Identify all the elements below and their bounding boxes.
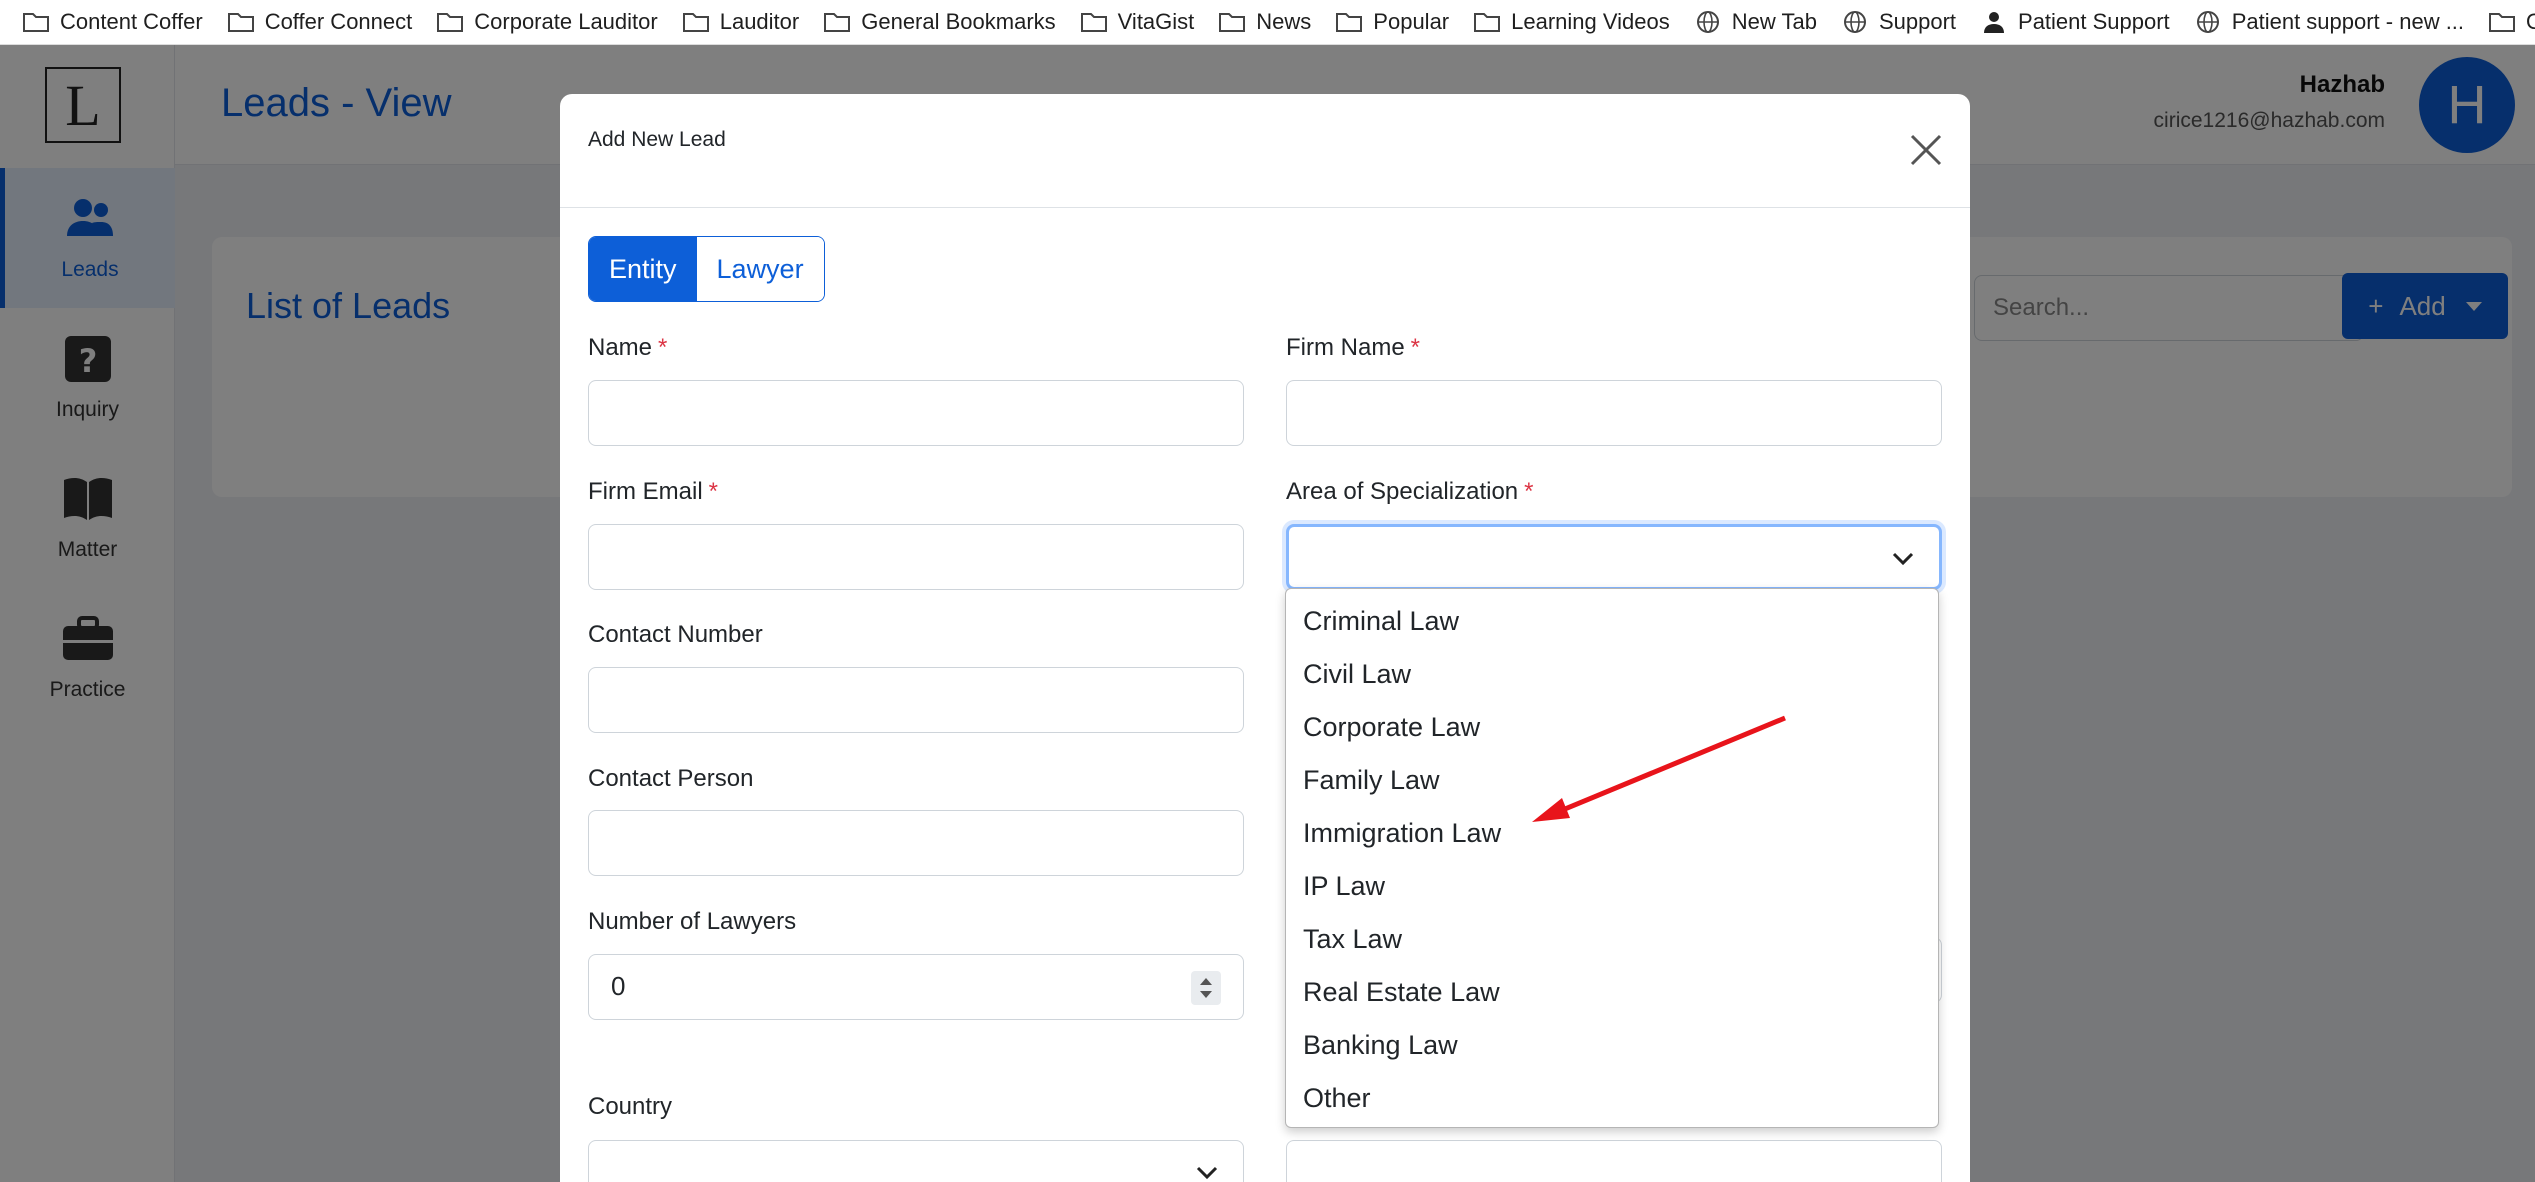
- area-label: Area of Specialization *: [1286, 478, 1534, 505]
- num-lawyers-input[interactable]: 0: [588, 954, 1244, 1020]
- required-mark: *: [1410, 334, 1421, 361]
- option-civil-law[interactable]: Civil Law: [1286, 648, 1938, 701]
- area-dropdown-list: Criminal Law Civil Law Corporate Law Fam…: [1285, 588, 1939, 1128]
- option-ip-law[interactable]: IP Law: [1286, 860, 1938, 913]
- contact-number-label: Contact Number: [588, 621, 763, 648]
- bookmark-learning-videos[interactable]: Learning Videos: [1473, 9, 1670, 35]
- option-tax-law[interactable]: Tax Law: [1286, 913, 1938, 966]
- chevron-down-icon: [1892, 552, 1914, 566]
- firm-name-input[interactable]: [1286, 380, 1942, 446]
- area-select[interactable]: [1286, 524, 1942, 590]
- right-bottom-input[interactable]: [1286, 1140, 1942, 1182]
- close-icon[interactable]: [1906, 130, 1946, 170]
- firm-email-input[interactable]: [588, 524, 1244, 590]
- country-select[interactable]: [588, 1140, 1244, 1182]
- option-criminal-law[interactable]: Criminal Law: [1286, 595, 1938, 648]
- option-immigration-law[interactable]: Immigration Law: [1286, 807, 1938, 860]
- required-mark: *: [658, 334, 668, 361]
- option-real-estate-law[interactable]: Real Estate Law: [1286, 966, 1938, 1019]
- folder-icon: [1336, 13, 1363, 32]
- lead-type-toggle: Entity Lawyer: [588, 236, 825, 302]
- bookmark-support[interactable]: Support: [1841, 9, 1956, 35]
- folder-icon: [2489, 13, 2516, 32]
- globe-icon: [1843, 11, 1866, 33]
- tab-lawyer[interactable]: Lawyer: [696, 237, 824, 301]
- bookmark-popular[interactable]: Popular: [1335, 9, 1449, 35]
- firm-email-label: Firm Email *: [588, 478, 718, 505]
- folder-icon: [1474, 13, 1501, 32]
- stepper-up-icon: [1200, 978, 1212, 985]
- contact-person-label: Contact Person: [588, 765, 754, 792]
- modal-title: Add New Lead: [588, 128, 726, 151]
- add-lead-modal: Add New Lead Entity Lawyer Name * Firm Na…: [560, 94, 1970, 1182]
- required-mark: *: [708, 478, 718, 505]
- folder-icon: [824, 13, 851, 32]
- bookmark-vitagist[interactable]: VitaGist: [1080, 9, 1194, 35]
- folder-icon: [23, 13, 49, 32]
- stepper-down-icon: [1200, 991, 1212, 998]
- folder-icon: [1219, 13, 1246, 32]
- bookmark-new-tab[interactable]: New Tab: [1694, 9, 1817, 35]
- country-label: Country: [588, 1093, 673, 1120]
- option-other[interactable]: Other: [1286, 1072, 1938, 1125]
- option-family-law[interactable]: Family Law: [1286, 754, 1938, 807]
- globe-icon: [2196, 11, 2219, 33]
- bookmark-lauditor[interactable]: Lauditor: [682, 9, 799, 35]
- folder-icon: [437, 13, 464, 32]
- required-mark: *: [1524, 478, 1534, 505]
- bookmark-corporate-lauditor[interactable]: Corporate Lauditor: [436, 9, 658, 35]
- bookmark-news[interactable]: News: [1218, 9, 1311, 35]
- folder-icon: [682, 13, 709, 32]
- bookmark-patient-support[interactable]: Patient Support: [1980, 9, 2170, 35]
- bookmark-other-bookmarks[interactable]: Other Bookmarks: [2488, 9, 2535, 35]
- num-lawyers-value: 0: [611, 971, 626, 1001]
- bookmark-general-bookmarks[interactable]: General Bookmarks: [823, 9, 1056, 35]
- firm-name-label: Firm Name *: [1286, 334, 1421, 361]
- number-stepper[interactable]: [1191, 971, 1221, 1005]
- globe-icon: [1696, 11, 1719, 33]
- num-lawyers-label: Number of Lawyers: [588, 908, 797, 935]
- chevron-down-icon: [1196, 1166, 1218, 1180]
- name-input[interactable]: [588, 380, 1244, 446]
- bookmark-patient-support-new[interactable]: Patient support - new ...: [2194, 9, 2464, 35]
- option-banking-law[interactable]: Banking Law: [1286, 1019, 1938, 1072]
- bookmark-coffer-connect[interactable]: Coffer Connect: [227, 9, 412, 35]
- bookmarks-bar: Content Coffer Coffer Connect Corporate …: [0, 0, 2535, 45]
- person-icon: [1984, 12, 2005, 33]
- bookmark-content-coffer[interactable]: Content Coffer: [22, 9, 203, 35]
- contact-person-input[interactable]: [588, 810, 1244, 876]
- option-corporate-law[interactable]: Corporate Law: [1286, 701, 1938, 754]
- folder-icon: [227, 13, 254, 32]
- tab-entity[interactable]: Entity: [589, 237, 697, 301]
- contact-number-input[interactable]: [588, 667, 1244, 733]
- name-label: Name *: [588, 334, 668, 361]
- folder-icon: [1080, 13, 1107, 32]
- modal-header: Add New Lead: [560, 94, 1970, 208]
